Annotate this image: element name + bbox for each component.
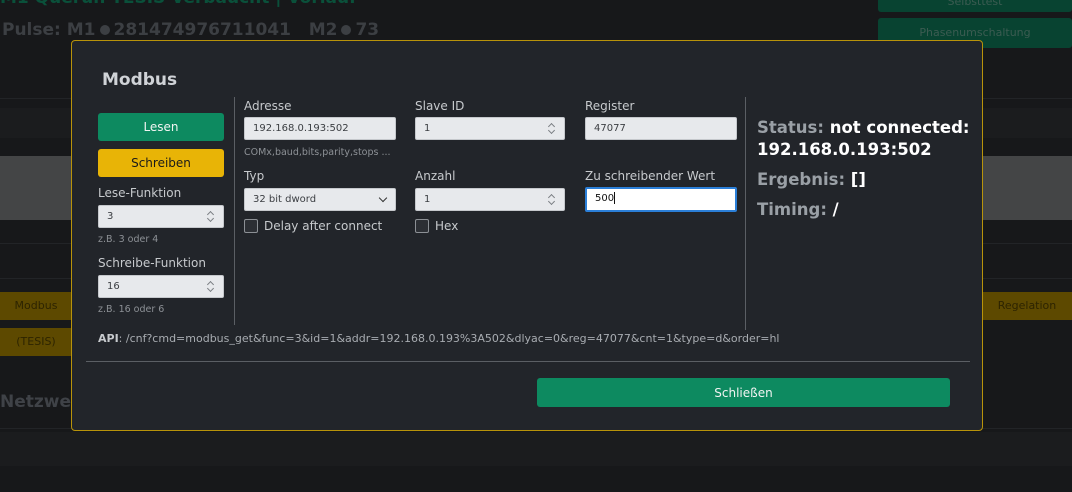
timing-value: / — [832, 200, 839, 219]
write-function-input[interactable]: 16 — [98, 275, 224, 298]
api-value: : /cnf?cmd=modbus_get&func=3&id=1&addr=1… — [118, 332, 780, 345]
write-value-input[interactable]: 500 — [585, 187, 737, 212]
write-function-value: 16 — [107, 281, 120, 292]
register-label: Register — [585, 99, 635, 113]
api-key: API — [98, 332, 119, 345]
write-button[interactable]: Schreiben — [98, 149, 224, 177]
register-value: 47077 — [594, 123, 626, 134]
status-key: Status: — [757, 118, 824, 137]
status-line: Status: not connected: — [757, 117, 970, 139]
chevron-down-icon — [378, 193, 388, 203]
slave-id-input[interactable]: 1 — [415, 117, 565, 140]
spinner-icon[interactable] — [207, 210, 215, 223]
type-select[interactable]: 32 bit dword — [244, 188, 396, 211]
dialog-title: Modbus — [102, 70, 178, 90]
close-button[interactable]: Schließen — [537, 378, 950, 407]
write-value-label: Zu schreibender Wert — [585, 169, 716, 183]
count-input[interactable]: 1 — [415, 188, 565, 211]
footer-divider — [86, 361, 970, 362]
text-cursor — [614, 192, 616, 204]
result-key: Ergebnis: — [757, 170, 846, 189]
read-function-hint: z.B. 3 oder 4 — [98, 234, 159, 245]
checkbox-box[interactable] — [244, 219, 258, 233]
address-input[interactable]: 192.168.0.193:502 — [244, 117, 396, 140]
address-hint: COMx,baud,bits,parity,stops ... — [244, 147, 391, 158]
slave-id-value: 1 — [424, 123, 431, 134]
api-url: API: /cnf?cmd=modbus_get&func=3&id=1&add… — [98, 332, 779, 345]
write-function-hint: z.B. 16 oder 6 — [98, 304, 165, 315]
divider — [745, 97, 746, 330]
checkbox-box[interactable] — [415, 219, 429, 233]
timing-key: Timing: — [757, 200, 827, 219]
write-function-label: Schreibe-Funktion — [98, 256, 206, 270]
spinner-icon[interactable] — [207, 280, 215, 293]
spinner-icon[interactable] — [548, 122, 556, 135]
spinner-icon[interactable] — [548, 193, 556, 206]
timing-line: Timing: / — [757, 199, 839, 221]
result-line: Ergebnis: [] — [757, 169, 866, 191]
status-address: 192.168.0.193:502 — [757, 140, 932, 159]
hex-checkbox[interactable]: Hex — [415, 219, 458, 233]
count-value: 1 — [424, 194, 431, 205]
hex-label: Hex — [435, 219, 459, 233]
modbus-dialog: Modbus Lesen Schreiben Lese-Funktion 3 z… — [71, 40, 983, 431]
read-function-input[interactable]: 3 — [98, 205, 224, 228]
address-label: Adresse — [244, 99, 292, 113]
count-label: Anzahl — [415, 169, 456, 183]
read-function-value: 3 — [107, 211, 114, 222]
register-input[interactable]: 47077 — [585, 117, 737, 140]
result-value: [] — [850, 170, 866, 189]
delay-after-connect-label: Delay after connect — [264, 219, 383, 233]
read-button[interactable]: Lesen — [98, 113, 224, 141]
read-function-label: Lese-Funktion — [98, 186, 182, 200]
status-value: not connected: — [829, 118, 970, 137]
address-value: 192.168.0.193:502 — [253, 123, 349, 134]
divider — [234, 97, 235, 325]
type-value: 32 bit dword — [253, 194, 317, 205]
type-label: Typ — [244, 169, 265, 183]
slave-id-label: Slave ID — [415, 99, 465, 113]
delay-after-connect-checkbox[interactable]: Delay after connect — [244, 219, 382, 233]
write-value-value: 500 — [595, 193, 615, 204]
